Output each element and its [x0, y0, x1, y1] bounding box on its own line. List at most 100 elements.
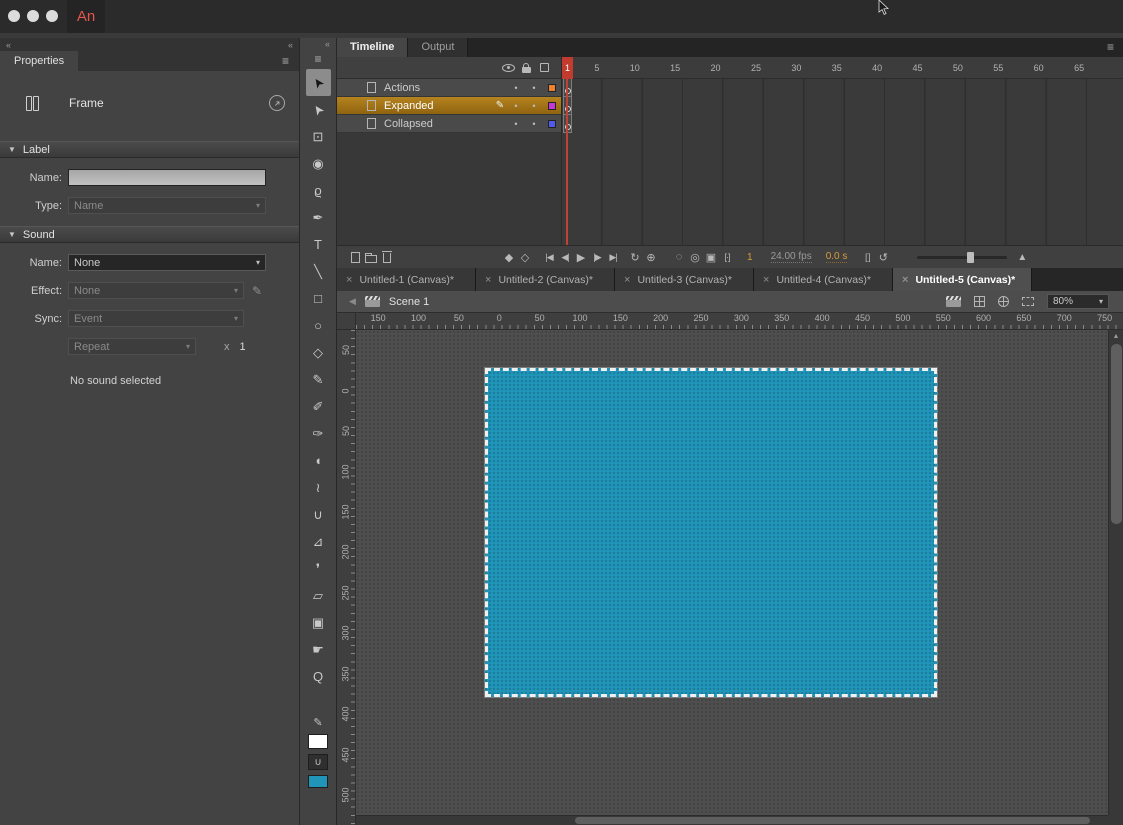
go-first-frame-button[interactable]: |◀ [541, 249, 557, 265]
text-tool[interactable]: T [306, 231, 331, 258]
loop-button[interactable]: ↻ [627, 249, 643, 265]
vertical-scrollbar[interactable]: ▲ [1108, 330, 1123, 815]
new-layer-button[interactable] [347, 249, 363, 265]
lock-icon[interactable] [522, 67, 531, 73]
sound-name-dropdown[interactable]: None ▾ [68, 254, 266, 271]
collapse-panel-icon[interactable]: « [6, 40, 11, 50]
help-icon[interactable]: ➔ [269, 95, 285, 111]
asset-warp-tool[interactable]: ◉ [306, 150, 331, 177]
new-folder-button[interactable] [363, 249, 379, 265]
layer-lock-dot[interactable]: • [525, 83, 543, 93]
close-tab-icon[interactable]: × [902, 274, 908, 286]
sound-sync-dropdown[interactable]: Event ▾ [68, 310, 244, 327]
polystar-tool[interactable]: ◇ [306, 339, 331, 366]
zoom-window-button[interactable] [46, 10, 58, 22]
sound-repeat-dropdown[interactable]: Repeat ▾ [68, 338, 196, 355]
tools-menu-icon[interactable]: ≡ [314, 51, 321, 67]
eraser-tool[interactable]: ▱ [306, 582, 331, 609]
label-name-input[interactable] [68, 169, 266, 186]
playhead-marker[interactable]: 1 [562, 57, 573, 79]
pasteboard[interactable] [356, 330, 1108, 815]
collapse-panel-icon[interactable]: « [325, 38, 336, 51]
clip-content-icon[interactable] [1022, 297, 1034, 306]
back-button[interactable]: ◀ [349, 296, 356, 307]
loop-range-button[interactable]: [ ] [859, 249, 875, 265]
close-tab-icon[interactable]: × [624, 274, 630, 286]
document-tab[interactable]: × Untitled-5 (Canvas)* [893, 268, 1032, 291]
vertical-scrollbar-thumb[interactable] [1111, 344, 1122, 524]
zoom-tool[interactable]: Q [306, 663, 331, 690]
layer-name[interactable]: Collapsed [384, 118, 493, 130]
fill-color-swatch[interactable] [308, 775, 328, 788]
close-tab-icon[interactable]: × [485, 274, 491, 286]
reset-timeline-zoom-button[interactable]: ↺ [875, 249, 891, 265]
stage-canvas[interactable] [485, 368, 937, 697]
free-transform-tool[interactable]: ⊡ [306, 123, 331, 150]
tab-properties[interactable]: Properties [0, 51, 78, 71]
panel-menu-icon[interactable]: ≡ [272, 54, 299, 68]
repeat-times-value[interactable]: 1 [240, 341, 246, 353]
delete-layer-button[interactable] [379, 249, 395, 265]
eyedropper-tool[interactable]: ❜ [306, 555, 331, 582]
resize-frame-view-icon[interactable]: ▲ [1017, 252, 1027, 263]
line-tool[interactable]: ╲ [306, 258, 331, 285]
minimize-window-button[interactable] [27, 10, 39, 22]
frame-number-ruler[interactable]: 5101520253035404550556065 [562, 57, 1123, 79]
go-last-frame-button[interactable]: ▶| [605, 249, 621, 265]
ink-bottle-tool[interactable]: ⊿ [306, 528, 331, 555]
hand-tool[interactable]: ☛ [306, 636, 331, 663]
bone-tool[interactable]: ≀ [306, 474, 331, 501]
center-frame-button[interactable]: ⊕ [643, 249, 659, 265]
horizontal-scrollbar-thumb[interactable] [575, 817, 1090, 824]
layer-visibility-dot[interactable]: • [507, 83, 525, 93]
sound-section-header[interactable]: ▼ Sound [0, 226, 299, 243]
edit-symbols-icon[interactable] [974, 296, 985, 307]
pen-tool[interactable]: ✒ [306, 204, 331, 231]
timeline-tab[interactable]: Output [408, 38, 468, 57]
step-forward-button[interactable]: |▶ [589, 249, 605, 265]
insert-keyframe-button[interactable]: ◆ [501, 249, 517, 265]
scroll-up-icon[interactable]: ▲ [1109, 333, 1123, 340]
stroke-color-swatch[interactable] [308, 734, 328, 749]
layer-outline-color[interactable] [548, 102, 556, 110]
document-tab[interactable]: × Untitled-1 (Canvas)* [337, 268, 476, 291]
step-back-button[interactable]: ◀| [557, 249, 573, 265]
fluid-brush-tool[interactable]: ✐ [306, 393, 331, 420]
document-tab[interactable]: × Untitled-4 (Canvas)* [754, 268, 893, 291]
timeline-layer[interactable]: Expanded ✎ • • [337, 97, 561, 115]
pencil-tool[interactable]: ✎ [306, 366, 331, 393]
zoom-select[interactable]: 80% ▾ [1047, 294, 1109, 309]
width-tool[interactable]: ◖ [306, 447, 331, 474]
timeline-layer[interactable]: Actions ✎ • • [337, 79, 561, 97]
rectangle-tool[interactable]: □ [306, 285, 331, 312]
layer-visibility-dot[interactable]: • [507, 119, 525, 129]
layer-outline-color[interactable] [548, 120, 556, 128]
timeline-menu-icon[interactable]: ≡ [1098, 38, 1123, 57]
modify-markers-button[interactable]: [·] [719, 249, 735, 265]
close-tab-icon[interactable]: × [346, 274, 352, 286]
layer-lock-dot[interactable]: • [525, 101, 543, 111]
fps-display[interactable]: 24.00 fps [771, 251, 812, 263]
center-stage-icon[interactable] [998, 296, 1009, 307]
subselection-tool[interactable]: ➤ [306, 96, 331, 123]
close-tab-icon[interactable]: × [763, 274, 769, 286]
paint-bucket-tool[interactable]: ∪ [306, 501, 331, 528]
layer-visibility-dot[interactable]: • [507, 101, 525, 111]
play-button[interactable]: ▶ [573, 249, 589, 265]
classic-brush-tool[interactable]: ✑ [306, 420, 331, 447]
edit-multiple-frames-button[interactable]: ▣ [703, 249, 719, 265]
lasso-tool[interactable]: ϱ [306, 177, 331, 204]
label-type-dropdown[interactable]: Name ▾ [68, 197, 266, 214]
sound-effect-dropdown[interactable]: None ▾ [68, 282, 244, 299]
outline-square-icon[interactable] [540, 63, 549, 72]
scene-name[interactable]: Scene 1 [389, 296, 429, 308]
layer-outline-color[interactable] [548, 84, 556, 92]
layer-name[interactable]: Expanded [384, 100, 493, 112]
selection-tool[interactable]: ➤ [306, 69, 331, 96]
timeline-zoom-slider[interactable] [917, 256, 1007, 259]
close-window-button[interactable] [8, 10, 20, 22]
timeline-tab[interactable]: Timeline [337, 38, 408, 57]
layer-lock-dot[interactable]: • [525, 119, 543, 129]
document-tab[interactable]: × Untitled-2 (Canvas)* [476, 268, 615, 291]
label-section-header[interactable]: ▼ Label [0, 141, 299, 158]
